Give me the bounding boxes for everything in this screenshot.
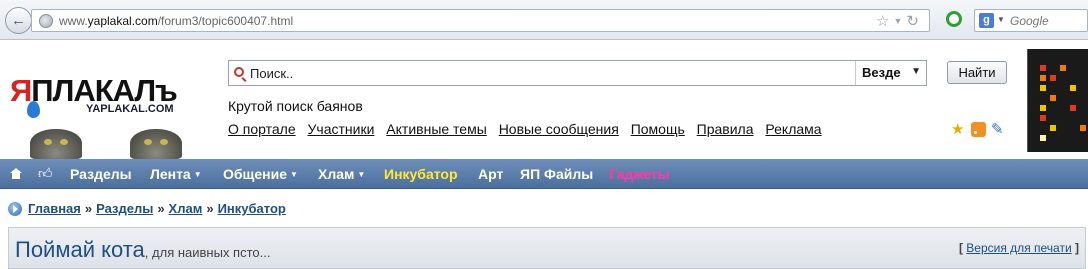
print-version-link[interactable]: Версия для печати [966,241,1071,255]
reload-icon[interactable]: ↻ [906,13,923,30]
site-header: ЯПЛАКАЛъ YAPLAKAL.COM Поиск.. Везде ▼ На… [0,41,1088,159]
extension-icon[interactable] [946,11,962,27]
site-logo[interactable]: ЯПЛАКАЛъ YAPLAKAL.COM [10,75,200,159]
nav-feed[interactable]: Лента ▼ [150,166,202,182]
nav-files[interactable]: ЯП Файлы [520,166,593,182]
search-tagline: Крутой поиск баянов [228,98,363,114]
link-help[interactable]: Помощь [631,121,685,137]
topic-title: Поймай кота, для наивных псто... [15,237,271,262]
play-circle-icon [8,202,22,216]
thumbs-up-icon[interactable]: 👍︎ [38,165,53,182]
cat-picture [30,129,82,159]
cat-picture [130,129,182,159]
browser-toolbar: ← www.yaplakal.com/forum3/topic600407.ht… [0,0,1088,40]
chevron-down-icon: ▼ [911,66,921,77]
search-placeholder[interactable]: Поиск.. [250,66,293,81]
nav-gadgets[interactable]: Гаджеты [609,166,670,182]
crumb-separator: » [84,201,93,216]
topic-header: Поймай кота, для наивных псто... [ Верси… [8,227,1086,269]
search-button[interactable]: Найти [947,61,1007,84]
browser-search-box[interactable]: g ▼ Google [974,9,1088,32]
link-members[interactable]: Участники [308,121,375,137]
star-icon[interactable]: ★ [951,122,966,137]
crumb-separator: » [157,201,165,216]
site-search-input[interactable]: Поиск.. Везде ▼ [228,60,927,86]
browser-search-placeholder[interactable]: Google [1010,14,1049,28]
back-arrow-icon[interactable]: ← [5,7,32,34]
link-ads[interactable]: Реклама [765,121,821,137]
engine-dropdown-icon[interactable]: ▼ [997,15,1005,24]
nav-incubator[interactable]: Инкубатор [384,166,458,182]
link-active-topics[interactable]: Активные темы [386,121,487,137]
crumb-sections[interactable]: Разделы [96,201,153,216]
print-version: [ Версия для печати ] [958,241,1079,255]
nav-communication[interactable]: Общение ▼ [223,166,298,182]
search-icon [234,67,244,77]
nav-sections[interactable]: Разделы [70,166,132,182]
main-navbar: 👍︎ Разделы Лента ▼ Общение ▼ Хлам ▼ Инкубат… [0,159,1088,189]
address-bar[interactable]: www.yaplakal.com/forum3/topic600407.html… [31,9,930,32]
water-drop-icon [27,101,40,118]
portal-links: О портале Участники Активные темы Новые … [228,121,830,137]
ad-banner[interactable] [1027,49,1088,152]
search-scope-label: Везде [862,65,901,80]
crumb-home[interactable]: Главная [28,201,81,216]
globe-icon [39,14,53,28]
pencil-icon[interactable]: ✎ [991,122,1006,137]
link-about[interactable]: О портале [228,121,296,137]
nav-art[interactable]: Арт [478,166,503,182]
url-text[interactable]: www.yaplakal.com/forum3/topic600407.html [59,14,293,28]
topic-description: , для наивных псто... [144,245,271,260]
logo-subtitle: YAPLAKAL.COM [86,103,174,115]
history-dropdown-icon[interactable]: ▼ [894,16,907,26]
nav-junk[interactable]: Хлам ▼ [318,166,365,182]
rss-icon[interactable] [971,122,986,137]
search-scope-select[interactable]: Везде ▼ [855,61,926,85]
bookmark-star-icon[interactable]: ☆ [876,13,893,30]
crumb-incubator[interactable]: Инкубатор [218,201,286,216]
crumb-separator: » [206,201,214,216]
google-icon[interactable]: g [979,13,994,28]
link-rules[interactable]: Правила [697,121,754,137]
home-icon[interactable] [10,168,22,179]
link-new-posts[interactable]: Новые сообщения [499,121,619,137]
crumb-junk[interactable]: Хлам [169,201,203,216]
